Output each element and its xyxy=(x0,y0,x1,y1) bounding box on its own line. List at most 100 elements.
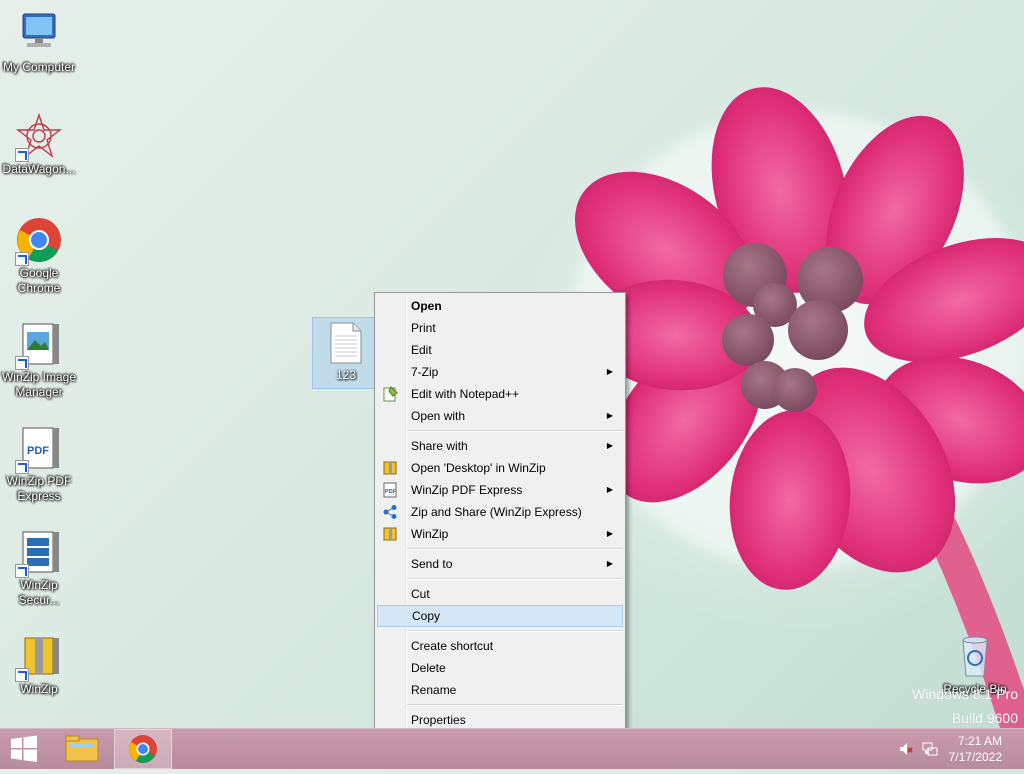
menu-item-label: 7-Zip xyxy=(411,365,439,379)
shortcut-arrow-icon xyxy=(15,356,29,370)
windows-watermark: Windows 8.1 Pro xyxy=(912,686,1018,702)
menu-item-zip-and-share[interactable]: Zip and Share (WinZip Express) xyxy=(377,501,623,523)
clock-date: 7/17/2022 xyxy=(948,750,1002,764)
menu-separator xyxy=(407,578,623,580)
svg-text:PDF: PDF xyxy=(27,445,49,457)
desktop-icon-google-chrome[interactable]: Google Chrome xyxy=(0,216,78,296)
menu-item-label: Share with xyxy=(411,439,468,453)
desktop-icon-label: My Computer xyxy=(2,60,76,74)
menu-item-label: Print xyxy=(411,321,436,335)
submenu-arrow-icon: ▶ xyxy=(606,441,613,450)
file-label: 123 xyxy=(335,368,357,382)
menu-item-open[interactable]: Open xyxy=(377,295,623,317)
svg-text:PDF: PDF xyxy=(385,489,397,495)
shortcut-arrow-icon xyxy=(15,252,29,266)
menu-item-send-to[interactable]: Send to ▶ xyxy=(377,553,623,575)
submenu-arrow-icon: ▶ xyxy=(606,485,613,494)
menu-item-rename[interactable]: Rename xyxy=(377,679,623,701)
desktop-icon-winzip-pdf-express[interactable]: PDF WinZip PDF Express xyxy=(0,424,78,504)
datawagon-logo-icon xyxy=(15,112,63,162)
shortcut-arrow-icon xyxy=(15,148,29,162)
menu-item-edit-notepad[interactable]: Edit with Notepad++ xyxy=(377,383,623,405)
menu-item-label: Open xyxy=(411,299,442,313)
menu-item-label: Edit with Notepad++ xyxy=(411,387,520,401)
start-button[interactable] xyxy=(0,729,48,769)
desktop-icon-label: WinZip Image Manager xyxy=(1,370,77,399)
menu-item-print[interactable]: Print xyxy=(377,317,623,339)
menu-item-label: Delete xyxy=(411,661,446,675)
shortcut-arrow-icon xyxy=(15,668,29,682)
menu-item-share-with[interactable]: Share with ▶ xyxy=(377,435,623,457)
desktop-icon-label: WinZip PDF Express xyxy=(6,474,72,503)
submenu-arrow-icon: ▶ xyxy=(606,529,613,538)
share-icon xyxy=(382,504,398,520)
menu-item-copy[interactable]: Copy xyxy=(377,605,623,627)
menu-item-label: Copy xyxy=(412,609,441,623)
desktop-file-123[interactable]: 123 xyxy=(312,317,380,389)
submenu-arrow-icon: ▶ xyxy=(606,559,613,568)
text-file-icon xyxy=(329,322,363,364)
chrome-icon xyxy=(15,216,63,266)
menu-item-label: WinZip xyxy=(411,527,449,541)
menu-item-label: Properties xyxy=(411,713,466,727)
menu-item-winzip-pdf-express[interactable]: PDF WinZip PDF Express ▶ xyxy=(377,479,623,501)
recycle-bin-icon xyxy=(951,632,999,680)
speaker-muted-icon[interactable] xyxy=(898,741,914,757)
desktop-icon-label: DataWagon... xyxy=(2,162,76,176)
menu-item-label: WinZip PDF Express xyxy=(411,483,523,497)
winzip-icon xyxy=(15,632,63,682)
menu-item-create-shortcut[interactable]: Create shortcut xyxy=(377,635,623,657)
shortcut-arrow-icon xyxy=(15,564,29,578)
desktop-icon-datawagon[interactable]: DataWagon... xyxy=(0,112,78,177)
network-icon[interactable] xyxy=(922,741,938,757)
menu-separator xyxy=(407,548,623,550)
menu-separator xyxy=(407,704,623,706)
desktop-icon-label: WinZip Secur... xyxy=(18,578,60,607)
desktop-icon-winzip-secure[interactable]: WinZip Secur... xyxy=(0,528,78,608)
desktop-icon-winzip-image-manager[interactable]: WinZip Image Manager xyxy=(0,320,78,400)
submenu-arrow-icon: ▶ xyxy=(606,367,613,376)
desktop-icon-my-computer[interactable]: My Computer xyxy=(0,10,78,75)
system-clock[interactable]: 7:21 AM 7/17/2022 xyxy=(949,733,1002,765)
menu-item-delete[interactable]: Delete xyxy=(377,657,623,679)
watermark-line1: Windows 8.1 Pro xyxy=(912,686,1018,702)
menu-item-edit[interactable]: Edit xyxy=(377,339,623,361)
watermark-line2: Build 9600 xyxy=(951,710,1018,726)
menu-item-label: Create shortcut xyxy=(411,639,494,653)
desktop-icon-label: Google Chrome xyxy=(17,266,61,295)
menu-item-open-desktop-winzip[interactable]: Open 'Desktop' in WinZip xyxy=(377,457,623,479)
winzip-image-icon xyxy=(15,320,63,370)
menu-item-label: Zip and Share (WinZip Express) xyxy=(411,505,582,519)
menu-item-7zip[interactable]: 7-Zip ▶ xyxy=(377,361,623,383)
menu-item-label: Cut xyxy=(411,587,430,601)
shortcut-arrow-icon xyxy=(15,460,29,474)
desktop-icon-label: WinZip xyxy=(20,682,58,696)
computer-icon xyxy=(15,10,63,58)
winzip-icon xyxy=(382,526,398,542)
build-watermark: Build 9600 xyxy=(952,710,1018,726)
menu-item-label: Send to xyxy=(411,557,453,571)
chrome-icon xyxy=(129,735,157,763)
winzip-secure-icon xyxy=(15,528,63,578)
menu-item-label: Open 'Desktop' in WinZip xyxy=(411,461,546,475)
taskbar-file-explorer[interactable] xyxy=(58,729,106,769)
menu-item-winzip[interactable]: WinZip ▶ xyxy=(377,523,623,545)
clock-time: 7:21 AM xyxy=(957,734,1002,748)
taskbar-google-chrome[interactable] xyxy=(114,729,172,769)
menu-item-label: Rename xyxy=(411,683,457,697)
desktop-icon-winzip[interactable]: WinZip xyxy=(0,632,78,697)
taskbar: 7:21 AM 7/17/2022 xyxy=(0,728,1024,769)
menu-item-label: Open with xyxy=(411,409,466,423)
menu-item-cut[interactable]: Cut xyxy=(377,583,623,605)
menu-separator xyxy=(407,630,623,632)
submenu-arrow-icon: ▶ xyxy=(606,411,613,420)
pdf-document-icon: PDF xyxy=(15,424,63,474)
pdf-icon: PDF xyxy=(382,482,398,498)
menu-item-open-with[interactable]: Open with ▶ xyxy=(377,405,623,427)
file-explorer-icon xyxy=(65,735,99,762)
context-menu: Open Print Edit 7-Zip ▶ Edit with Notepad… xyxy=(374,292,626,734)
windows-logo-icon xyxy=(11,735,37,762)
menu-separator xyxy=(407,430,623,432)
notepad-plus-icon xyxy=(382,386,398,402)
menu-item-label: Edit xyxy=(411,343,432,357)
